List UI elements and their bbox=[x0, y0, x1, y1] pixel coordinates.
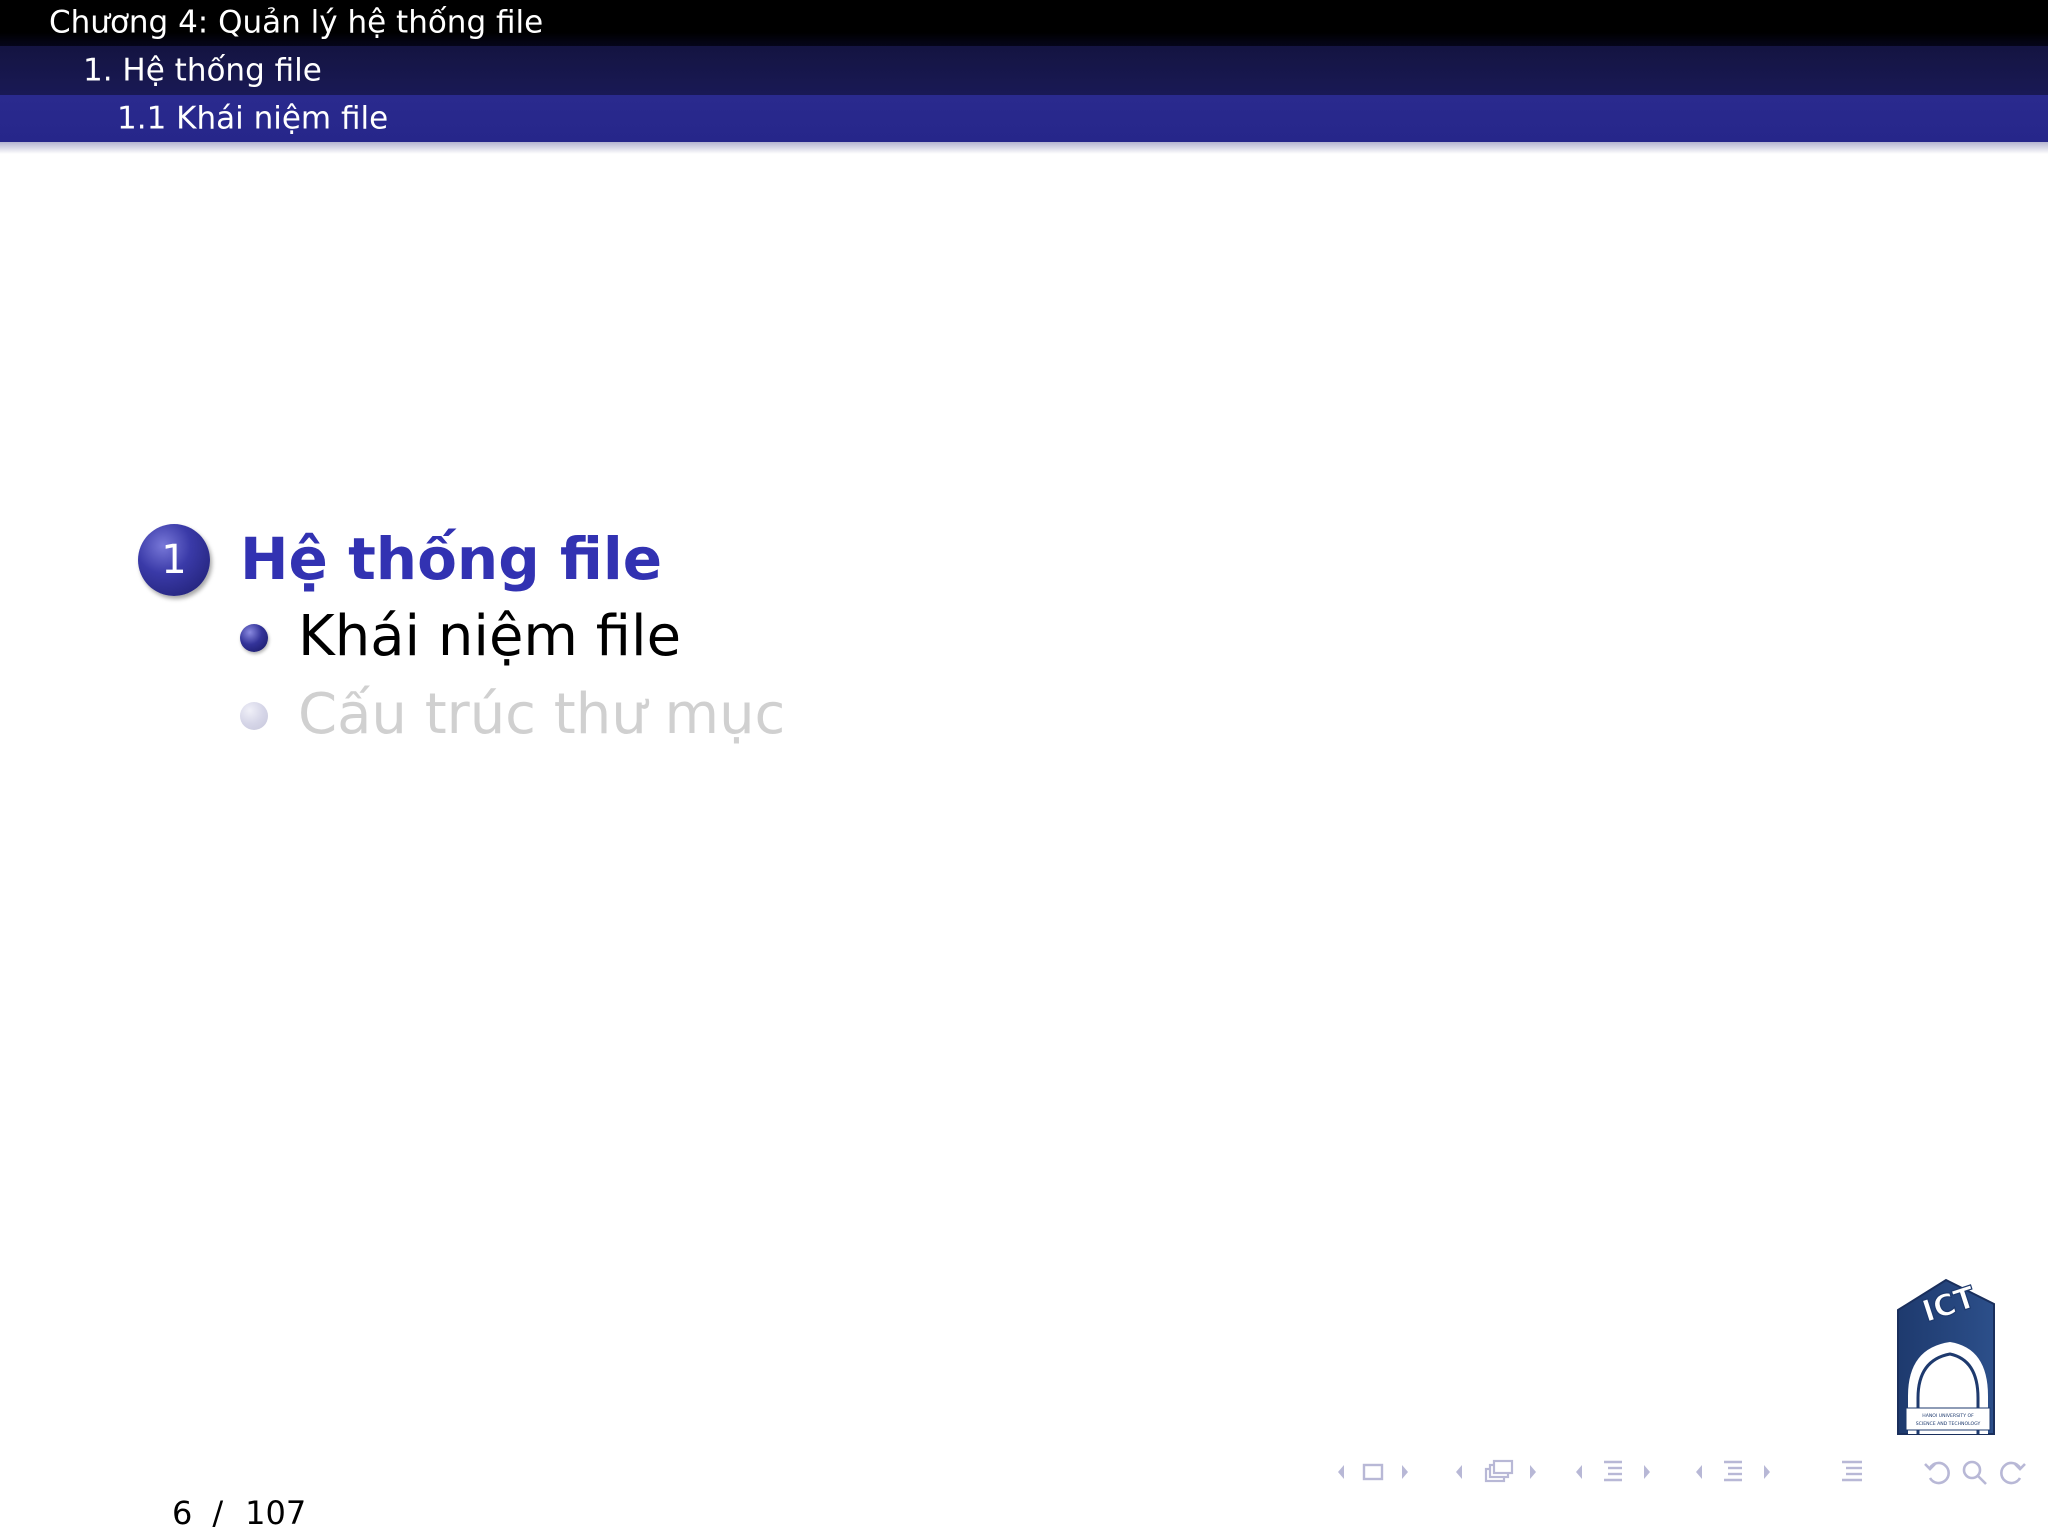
section-number: 1 bbox=[161, 537, 187, 583]
next-frame-icon bbox=[1402, 1465, 1408, 1479]
navigation-bar bbox=[1320, 1452, 2030, 1492]
chapter-band: Chương 4: Quản lý hệ thống file bbox=[0, 0, 2048, 46]
total-pages: 107 bbox=[245, 1494, 307, 1532]
subsection-list-nav[interactable] bbox=[1688, 1452, 1784, 1492]
outline-section[interactable]: 1 Hệ thống file bbox=[138, 520, 662, 598]
frame-nav[interactable] bbox=[1330, 1452, 1420, 1492]
subsection-title-header[interactable]: 1.1 Khái niệm file bbox=[117, 103, 388, 134]
outline-item-label[interactable]: Cấu trúc thư mục bbox=[298, 676, 785, 754]
search-icon bbox=[1962, 1460, 1987, 1485]
chapter-title[interactable]: Chương 4: Quản lý hệ thống file bbox=[49, 7, 543, 39]
logo-caption-line-1: HANOI UNIVERSITY OF bbox=[1922, 1413, 1974, 1419]
section-nav[interactable] bbox=[1568, 1452, 1664, 1492]
section-band: 1. Hệ thống file bbox=[0, 46, 2048, 95]
outline-section-title[interactable]: Hệ thống file bbox=[240, 520, 662, 598]
logo-caption-line-2: SCIENCE AND TECHNOLOGY bbox=[1916, 1421, 1981, 1427]
header-shadow bbox=[0, 142, 2048, 154]
frame-icon bbox=[1362, 1463, 1384, 1481]
prev-frame-icon bbox=[1338, 1465, 1344, 1479]
outline: 1 Hệ thống file Khái niệm file Cấu trúc … bbox=[138, 520, 785, 754]
tools-nav[interactable] bbox=[1920, 1452, 2030, 1492]
redo-icon bbox=[2000, 1461, 2026, 1485]
slide-header: Chương 4: Quản lý hệ thống file 1. Hệ th… bbox=[0, 0, 2048, 154]
page-number: 6 / 107 bbox=[172, 1494, 306, 1532]
page-separator: / bbox=[212, 1494, 224, 1532]
document-nav[interactable] bbox=[1834, 1452, 1874, 1492]
bullet-ball-icon bbox=[240, 624, 268, 652]
university-logo: HANOI UNIVERSITY OF SCIENCE AND TECHNOLO… bbox=[1897, 1278, 1995, 1435]
outline-item-label[interactable]: Khái niệm file bbox=[298, 598, 681, 676]
current-page: 6 bbox=[172, 1494, 193, 1532]
bullet-ball-icon bbox=[240, 702, 268, 730]
subsection-band: 1.1 Khái niệm file bbox=[0, 95, 2048, 142]
undo-icon bbox=[1924, 1461, 1950, 1485]
section-title-header[interactable]: 1. Hệ thống file bbox=[83, 55, 322, 86]
subsection-nav[interactable] bbox=[1448, 1452, 1544, 1492]
section-number-ball: 1 bbox=[138, 524, 210, 596]
